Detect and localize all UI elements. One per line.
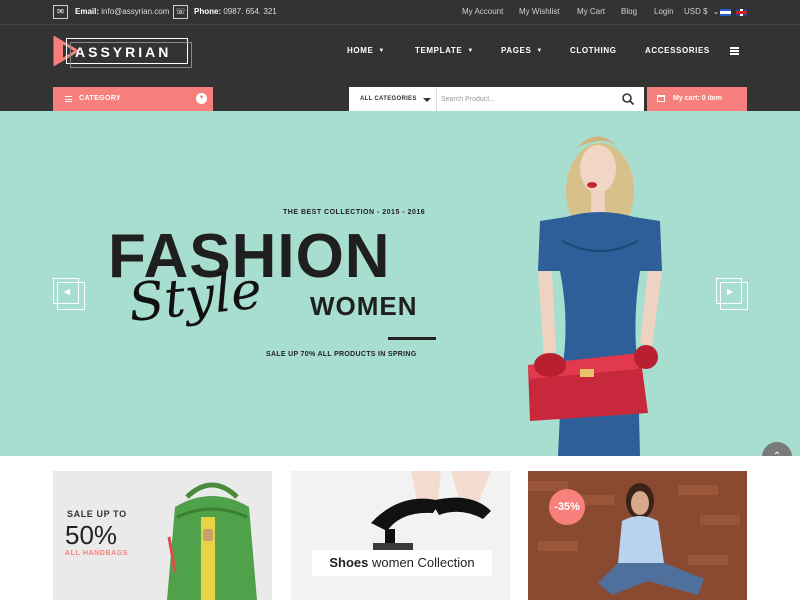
email-value: info@assyrian.com [101,7,170,16]
banner-shoes-rest: women Collection [368,555,475,570]
list-icon [65,96,72,102]
search-input[interactable] [438,87,618,111]
scroll-to-top-button[interactable]: ⌃ [762,442,792,456]
caret-down-icon [423,98,431,102]
cart-label: My cart: 0 item [673,95,723,102]
banner-jeans[interactable]: -35% [528,471,747,600]
link-my-wishlist[interactable]: My Wishlist [519,7,559,16]
banner-sub: ALL HANDBAGS [65,550,129,557]
link-my-cart[interactable]: My Cart [577,7,605,16]
logo-text: ASSYRIAN [75,44,172,60]
currency-selector[interactable]: USD $ ⌄ [684,7,720,16]
hero-kicker: THE BEST COLLECTION - 2015 - 2016 [283,209,426,216]
slider-next-button[interactable]: ▶ [716,278,748,310]
page: ✉ Email: info@assyrian.com ☏ Phone: 0987… [0,0,800,600]
chevron-up-icon: ⌃ [773,451,781,456]
chevron-down-icon: ⌄ [712,7,720,16]
nav-accessories-label: ACCESSORIES [645,46,710,55]
flag-uk-icon[interactable] [736,9,747,16]
top-bar: ✉ Email: info@assyrian.com ☏ Phone: 0987… [0,0,800,25]
banner-shoes-label: Shoes women Collection [312,550,492,576]
contact-email[interactable]: Email: info@assyrian.com [75,7,169,16]
slider-prev-button[interactable]: ◀ [53,278,85,310]
link-my-account[interactable]: My Account [462,7,503,16]
search-icon[interactable] [621,92,635,106]
divider [388,337,436,340]
nav-home-label: HOME [347,46,374,55]
nav-accessories[interactable]: ACCESSORIES [645,46,710,55]
menu-icon[interactable] [730,47,739,55]
contact-phone: Phone: 0987. 654. 321 [194,7,277,16]
category-label: CATEGORY [79,95,122,102]
nav-pages[interactable]: PAGES ▼ [501,46,543,55]
banner-handbags[interactable]: SALE UP TO 50% ALL HANDBAGS [53,471,272,600]
search-bar: ALL CATEGORIES [349,87,644,111]
site-header: ✉ Email: info@assyrian.com ☏ Phone: 0987… [0,0,800,111]
email-label: Email: [75,7,100,16]
shoes-image [291,471,510,600]
logo[interactable]: ASSYRIAN [66,38,192,68]
category-button[interactable]: CATEGORY ▼ [53,87,213,111]
search-category-label: ALL CATEGORIES [360,96,417,102]
chevron-left-icon: ◀ [63,287,71,296]
banner-percent: 50% [65,520,118,550]
nav-clothing[interactable]: CLOTHING [570,46,617,55]
nav-template[interactable]: TEMPLATE ▼ [415,46,474,55]
chevron-down-icon: ▼ [378,48,385,54]
chevron-right-icon: ▶ [726,287,734,296]
link-blog[interactable]: Blog [621,7,637,16]
currency-value: USD $ [684,7,708,16]
search-category-select[interactable]: ALL CATEGORIES [349,87,437,111]
hero-script: Style [125,260,265,334]
phone-value: 0987. 654. 321 [223,7,277,16]
cart-button[interactable]: My cart: 0 item [647,87,747,111]
backpack-image [167,482,257,600]
nav-home[interactable]: HOME ▼ [347,46,385,55]
phone-label: Phone: [194,7,222,16]
chevron-down-icon: ▼ [467,48,474,54]
email-icon: ✉ [53,5,68,19]
chevron-down-icon: ▼ [196,93,207,104]
flag-israel-icon[interactable] [720,9,731,16]
nav-clothing-label: CLOTHING [570,46,617,55]
model-image [528,136,662,456]
banner-shoes-bold: Shoes [329,555,369,570]
hero-subtitle: WOMEN [310,291,418,321]
banner-sale-text: SALE UP TO [67,509,127,519]
discount-badge: -35% [549,489,585,525]
nav-template-label: TEMPLATE [415,46,463,55]
phone-icon: ☏ [173,5,188,19]
nav-pages-label: PAGES [501,46,532,55]
link-login[interactable]: Login [654,7,674,16]
cart-icon [657,95,665,102]
banner-shoes[interactable]: Shoes women Collection [291,471,510,600]
hero-tagline: SALE UP 70% ALL PRODUCTS IN SPRING [266,351,417,358]
hero-slider: THE BEST COLLECTION - 2015 - 2016 FASHIO… [0,111,800,456]
chevron-down-icon: ▼ [536,48,543,54]
